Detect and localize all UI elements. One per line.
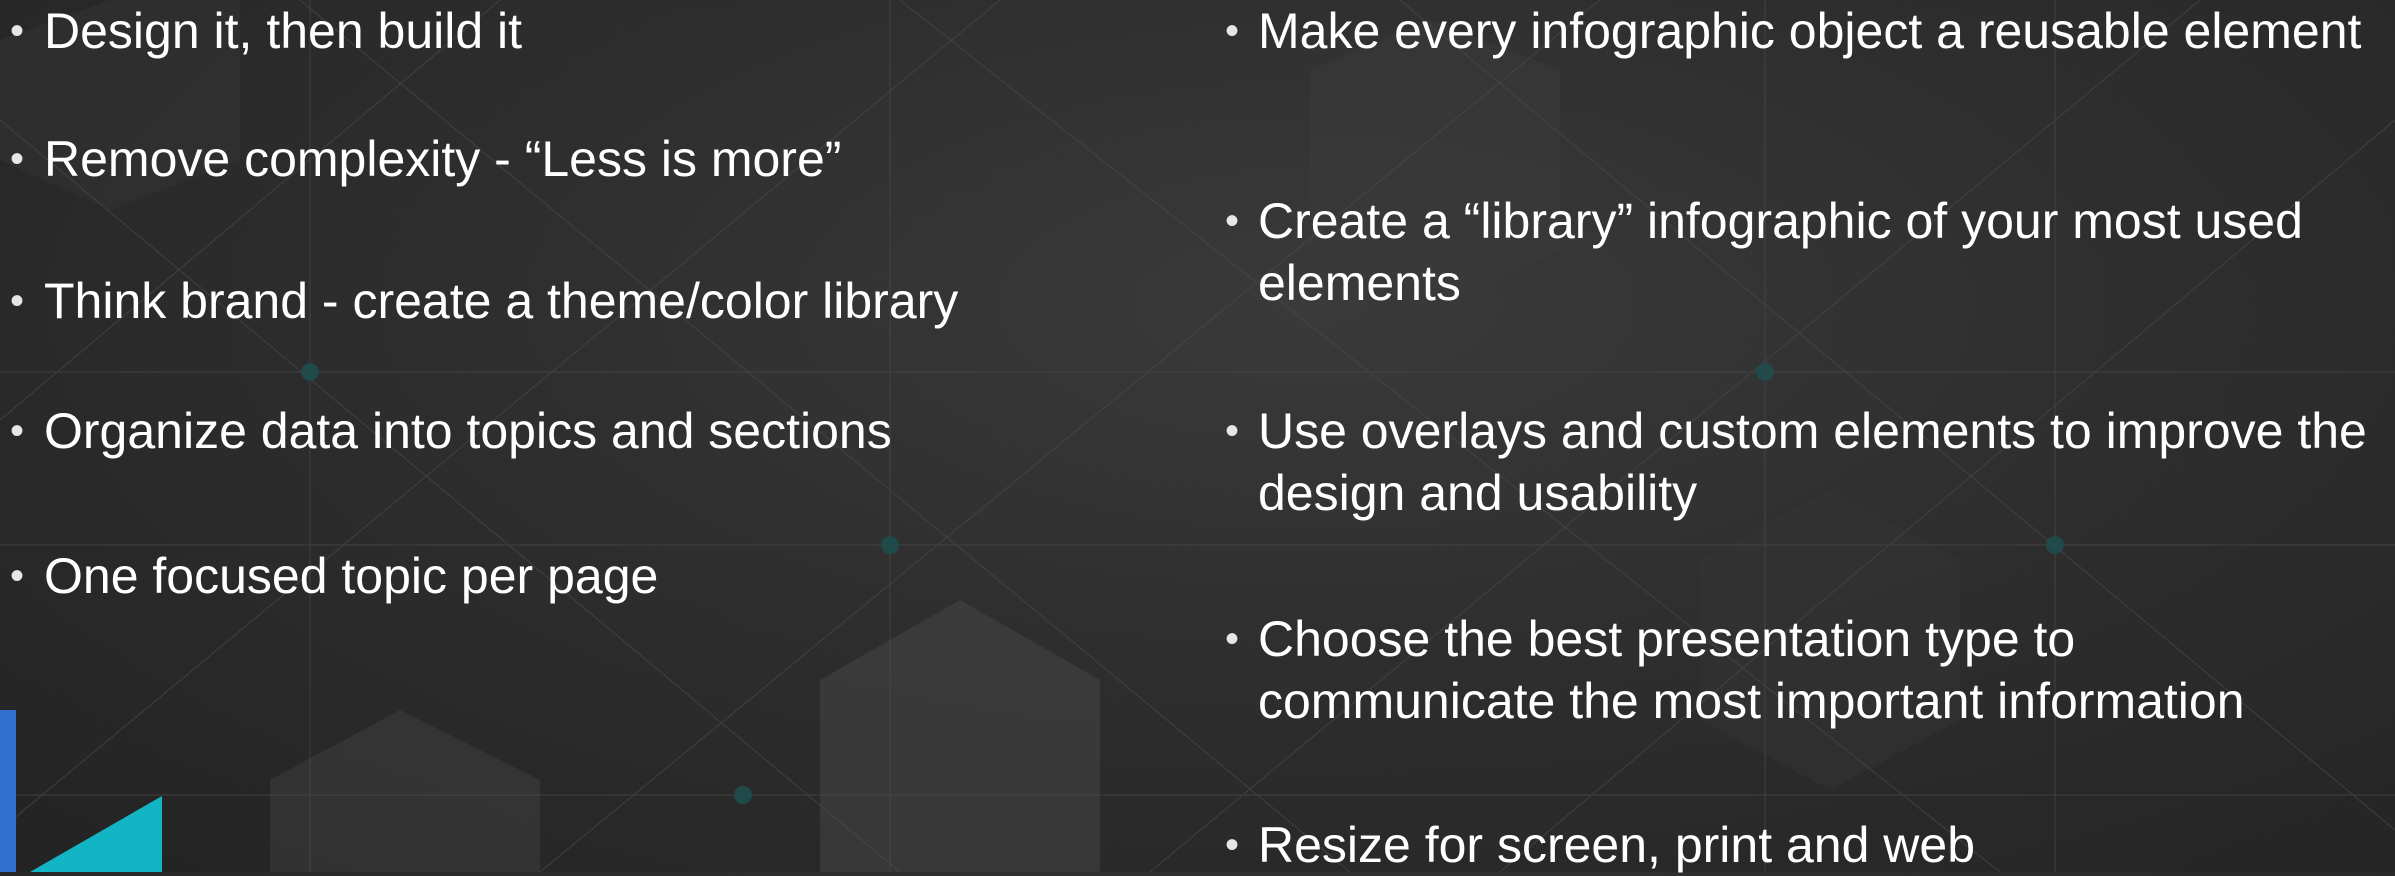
bullet-marker: •	[10, 409, 25, 453]
bullet-marker: •	[10, 554, 25, 598]
bullet-marker: •	[10, 137, 25, 181]
list-item: • Use overlays and custom elements to imp…	[1206, 400, 2386, 524]
bullet-marker: •	[1224, 823, 1239, 867]
list-item: • Make every infographic object a reusabl…	[1206, 0, 2386, 62]
list-item: • Think brand - create a theme/color libr…	[0, 270, 1140, 332]
list-item: • One focused topic per page	[0, 545, 1140, 607]
list-item: • Remove complexity - “Less is more”	[0, 128, 1140, 190]
bullet-marker: •	[1224, 409, 1239, 453]
bullet-text: Make every infographic object a reusable…	[1258, 3, 2362, 59]
bullet-marker: •	[1224, 9, 1239, 53]
bullet-marker: •	[10, 9, 25, 53]
bullet-marker: •	[10, 279, 25, 323]
hexagon-shape	[820, 600, 1100, 872]
list-item: • Design it, then build it	[0, 0, 1140, 62]
bullet-text: Use overlays and custom elements to impr…	[1258, 403, 2367, 521]
bullet-marker: •	[1224, 617, 1239, 661]
bullet-text: Create a “library” infographic of your m…	[1258, 193, 2303, 311]
bullet-text: Choose the best presentation type to com…	[1258, 611, 2245, 729]
list-item: • Choose the best presentation type to co…	[1206, 608, 2386, 732]
bullet-text: Organize data into topics and sections	[44, 403, 892, 459]
brand-logo	[0, 710, 162, 872]
list-item: • Resize for screen, print and web	[1206, 814, 2386, 876]
bullet-text: Remove complexity - “Less is more”	[44, 131, 842, 187]
logo-blue-shape	[0, 710, 16, 872]
list-item: • Create a “library” infographic of your …	[1206, 190, 2386, 314]
bullet-text: Design it, then build it	[44, 3, 523, 59]
bullet-marker: •	[1224, 199, 1239, 243]
logo-teal-shape	[30, 796, 162, 872]
bullet-text: Think brand - create a theme/color libra…	[44, 273, 959, 329]
bullet-text: Resize for screen, print and web	[1258, 817, 1976, 873]
bullet-text: One focused topic per page	[44, 548, 659, 604]
list-item: • Organize data into topics and sections	[0, 400, 1140, 462]
